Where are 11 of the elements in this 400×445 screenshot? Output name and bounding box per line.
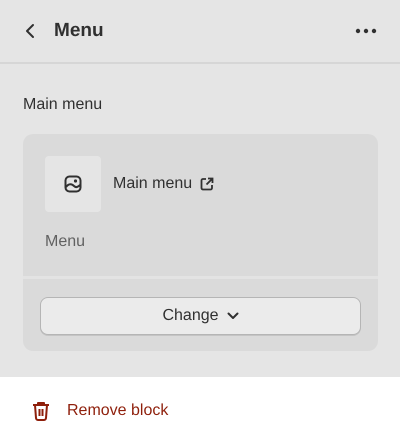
change-button[interactable]: Change bbox=[40, 297, 361, 335]
menu-type-label: Menu bbox=[45, 232, 86, 252]
remove-block-button[interactable]: Remove block bbox=[32, 399, 168, 423]
trash-icon bbox=[32, 401, 50, 421]
menu-link[interactable]: Main menu bbox=[113, 172, 214, 196]
image-icon bbox=[64, 175, 82, 193]
external-link-icon bbox=[200, 177, 214, 191]
panel-title: Menu bbox=[54, 18, 104, 43]
more-icon bbox=[355, 28, 377, 34]
chevron-down-icon bbox=[226, 312, 239, 320]
section-label: Main menu bbox=[23, 95, 104, 115]
